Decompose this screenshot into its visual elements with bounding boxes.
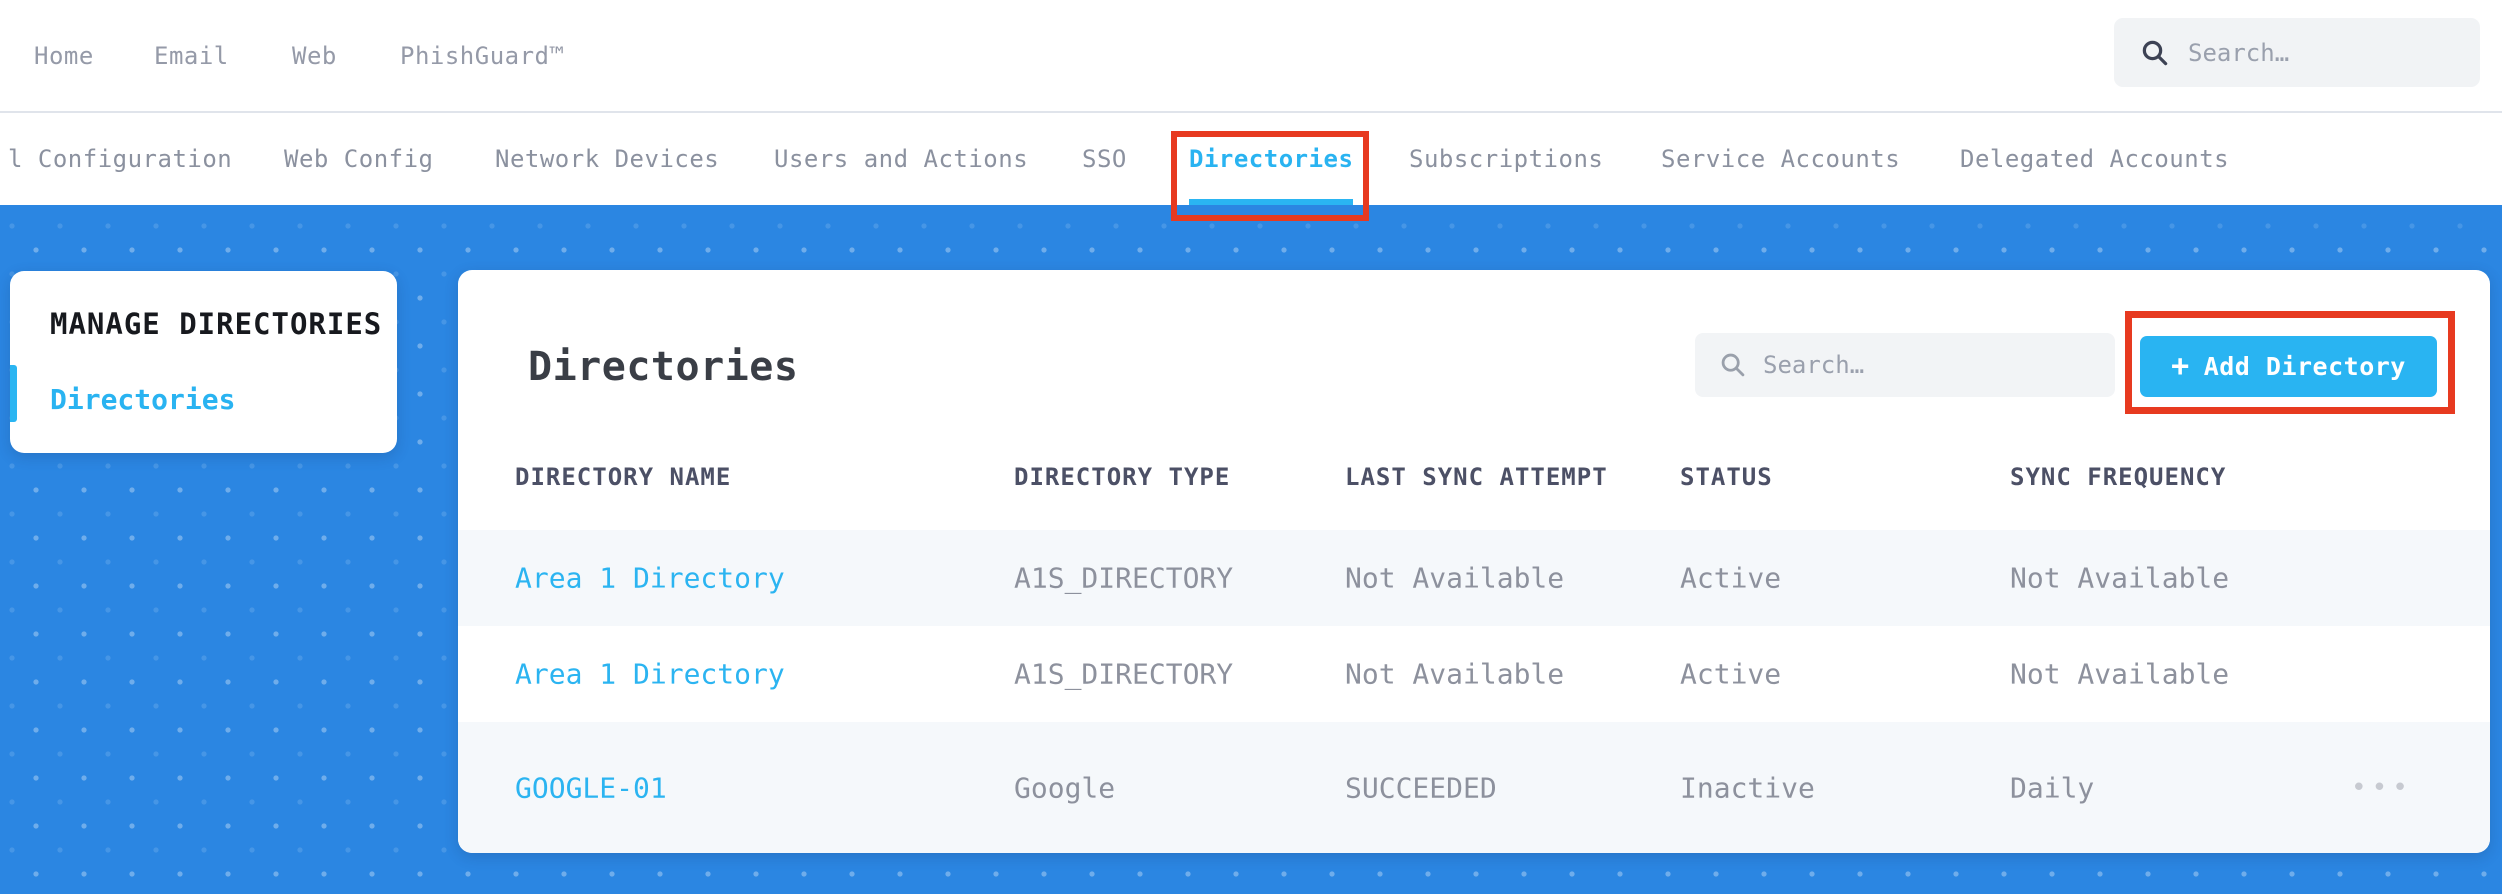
- manage-directories-card: MANAGE DIRECTORIES Directories: [10, 271, 397, 453]
- search-icon: [2142, 40, 2168, 65]
- column-header-sync-frequency: SYNC FREQUENCY: [2010, 463, 2227, 491]
- add-directory-label: Add Directory: [2203, 352, 2406, 381]
- directory-type-cell: Google: [1014, 771, 1116, 804]
- tab-service-accounts[interactable]: Service Accounts: [1661, 113, 1900, 205]
- directory-name-link[interactable]: Area 1 Directory: [515, 562, 785, 595]
- status-cell: Inactive: [1680, 771, 1815, 804]
- tab-directories[interactable]: Directories: [1189, 113, 1354, 205]
- global-search-box[interactable]: [2114, 18, 2480, 87]
- directories-search-input[interactable]: [1761, 350, 2065, 380]
- page-title: Directories: [528, 344, 799, 390]
- column-header-directory-type: DIRECTORY TYPE: [1014, 463, 1231, 491]
- column-header-directory-name: DIRECTORY NAME: [515, 463, 732, 491]
- tab-web-config[interactable]: Web Config: [284, 113, 434, 205]
- tab-delegated-accounts[interactable]: Delegated Accounts: [1960, 113, 2229, 205]
- column-header-status: STATUS: [1680, 463, 1773, 491]
- table-header-row: DIRECTORY NAME DIRECTORY TYPE LAST SYNC …: [458, 447, 2490, 507]
- directory-type-cell: A1S_DIRECTORY: [1014, 657, 1234, 691]
- topnav-item-web[interactable]: Web: [292, 0, 337, 111]
- table-body: Area 1 Directory A1S_DIRECTORY Not Avail…: [458, 530, 2490, 853]
- table-row: Area 1 Directory A1S_DIRECTORY Not Avail…: [458, 626, 2490, 722]
- topnav-item-phishguard[interactable]: PhishGuard™: [400, 0, 564, 111]
- global-search-input[interactable]: [2186, 37, 2440, 68]
- status-cell: Active: [1680, 657, 1782, 691]
- plus-icon: +: [2171, 348, 2190, 384]
- table-row: Area 1 Directory A1S_DIRECTORY Not Avail…: [458, 530, 2490, 626]
- column-header-last-sync-attempt: LAST SYNC ATTEMPT: [1345, 463, 1608, 491]
- directory-type-cell: A1S_DIRECTORY: [1014, 561, 1234, 595]
- sync-frequency-cell: Not Available: [2010, 657, 2230, 691]
- settings-tab-bar: l Configuration Web Config Network Devic…: [0, 111, 2502, 205]
- tab-subscriptions[interactable]: Subscriptions: [1409, 113, 1603, 205]
- directory-name-link[interactable]: Area 1 Directory: [515, 658, 785, 691]
- workspace-background: MANAGE DIRECTORIES Directories Directori…: [0, 205, 2502, 894]
- last-sync-attempt-cell: SUCCEEDED: [1345, 771, 1497, 804]
- last-sync-attempt-cell: Not Available: [1345, 561, 1565, 595]
- topnav-item-email[interactable]: Email: [154, 0, 229, 111]
- row-menu-ellipsis-icon[interactable]: •••: [2351, 775, 2413, 801]
- directory-name-link[interactable]: GOOGLE-01: [515, 771, 667, 804]
- tab-email-configuration[interactable]: l Configuration: [8, 113, 232, 205]
- tab-users-and-actions[interactable]: Users and Actions: [774, 113, 1028, 205]
- last-sync-attempt-cell: Not Available: [1345, 657, 1565, 691]
- tab-network-devices[interactable]: Network Devices: [495, 113, 719, 205]
- table-row: GOOGLE-01 Google SUCCEEDED Inactive Dail…: [458, 722, 2490, 853]
- topnav-item-home[interactable]: Home: [34, 0, 94, 111]
- status-cell: Active: [1680, 561, 1782, 595]
- sync-frequency-cell: Not Available: [2010, 561, 2230, 595]
- directories-card: Directories + Add Directory DIRECTORY NA…: [458, 270, 2490, 853]
- top-navigation-bar: Home Email Web PhishGuard™: [0, 0, 2502, 111]
- manage-directories-title: MANAGE DIRECTORIES: [50, 307, 383, 341]
- app-root: MANAGE DIRECTORIES Directories Directori…: [0, 0, 2502, 894]
- add-directory-button[interactable]: + Add Directory: [2140, 336, 2437, 397]
- sidebar-item-directories[interactable]: Directories: [50, 383, 235, 416]
- sync-frequency-cell: Daily: [2010, 771, 2095, 804]
- active-item-indicator-bar: [10, 365, 17, 422]
- search-icon: [1721, 353, 1745, 377]
- tab-sso[interactable]: SSO: [1082, 113, 1127, 205]
- directories-search-box[interactable]: [1695, 333, 2115, 397]
